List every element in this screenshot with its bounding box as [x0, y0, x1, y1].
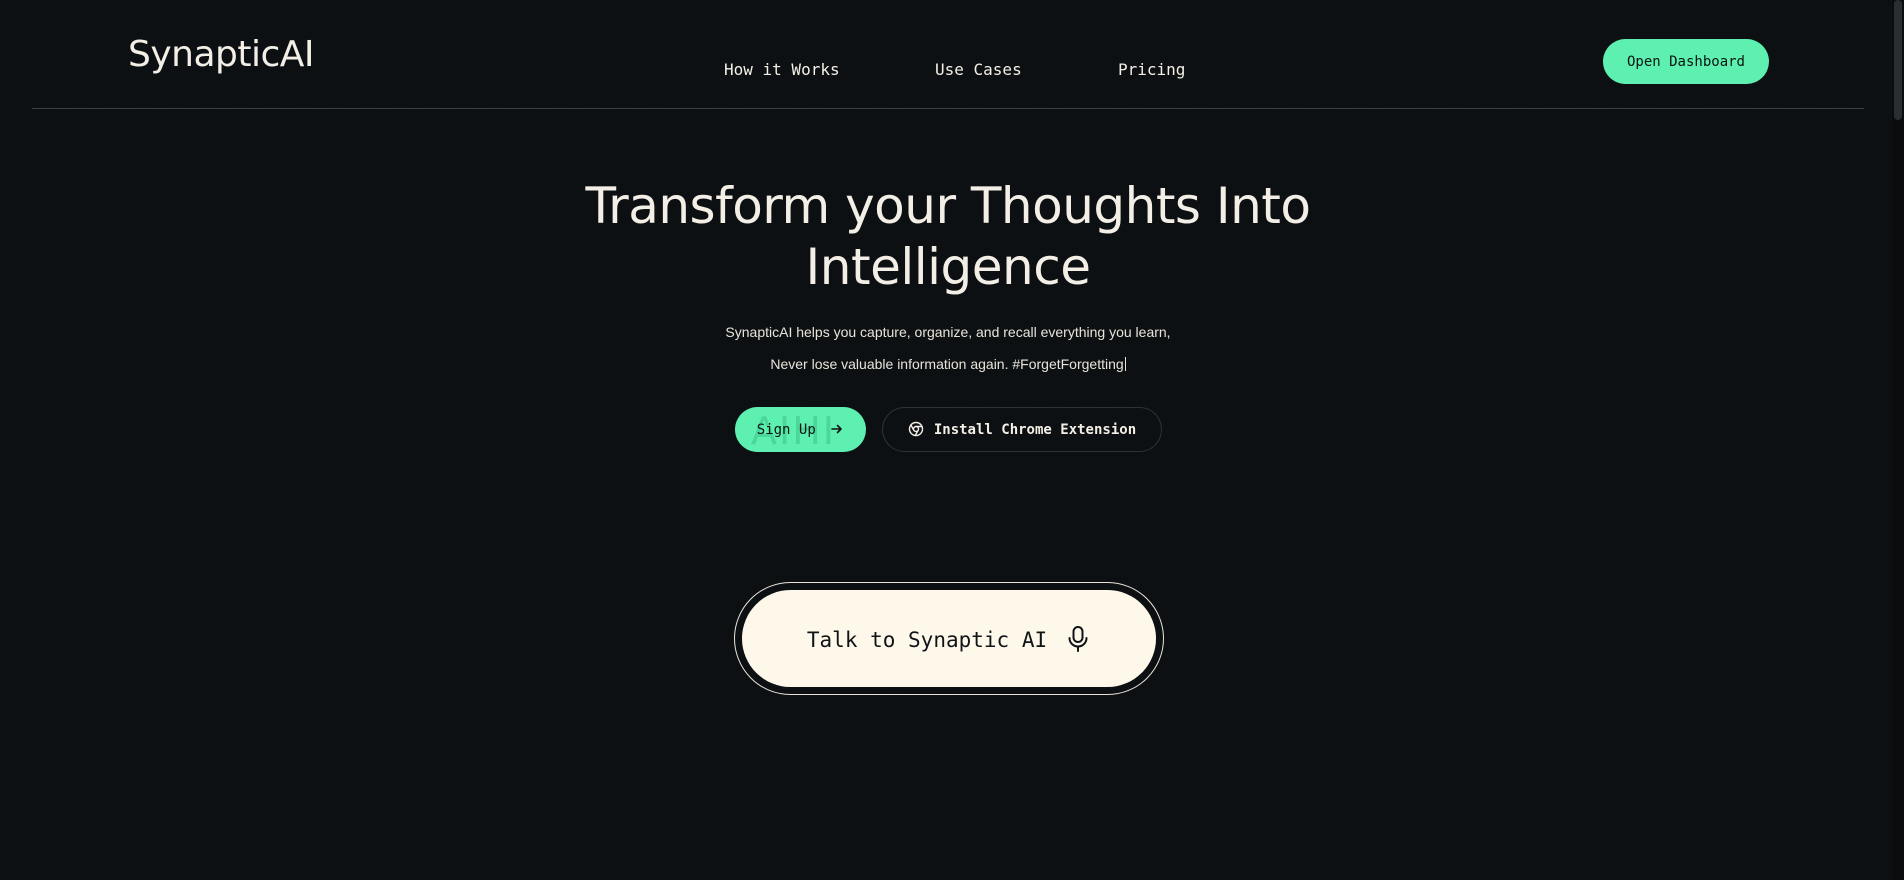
sign-up-label: Sign Up [756, 421, 816, 438]
hero-subtitle-text-1: SynapticAI helps you capture, organize, … [725, 324, 1171, 340]
hero-subtitle-line-1: SynapticAI helps you capture, organize, … [552, 324, 1344, 340]
header-divider [32, 108, 1864, 109]
nav-link-how-it-works[interactable]: How it Works [724, 60, 840, 79]
open-dashboard-button[interactable]: Open Dashboard [1603, 39, 1769, 84]
site-header: SynapticAI How it Works Use Cases Pricin… [0, 0, 1904, 110]
scrollbar-thumb[interactable] [1894, 0, 1902, 120]
install-chrome-extension-label: Install Chrome Extension [933, 422, 1137, 438]
typing-caret [1124, 357, 1126, 371]
install-chrome-extension-button[interactable]: Install Chrome Extension [882, 407, 1162, 452]
hero-title: Transform your Thoughts Into Intelligenc… [552, 176, 1344, 298]
nav-link-pricing[interactable]: Pricing [1118, 60, 1185, 79]
page-scrollbar[interactable] [1892, 0, 1904, 880]
hero-title-line-2: Intelligence [805, 238, 1091, 296]
hero-title-line-1: Transform your Thoughts Into [585, 177, 1311, 235]
nav-link-use-cases[interactable]: Use Cases [935, 60, 1022, 79]
talk-to-synaptic-ai-label: Talk to Synaptic AI [806, 627, 1048, 652]
hero-subtitle-line-2: Never lose valuable information again. #… [552, 356, 1344, 372]
arrow-right-icon [831, 424, 843, 433]
sign-up-button[interactable]: AIHI Sign Up [735, 407, 866, 452]
talk-to-synaptic-ai-button[interactable]: Talk to Synaptic AI [742, 590, 1156, 687]
chrome-icon [908, 421, 924, 437]
microphone-icon [1068, 625, 1088, 652]
hero-subtitle-text-2: Never lose valuable information again. #… [770, 356, 1124, 372]
